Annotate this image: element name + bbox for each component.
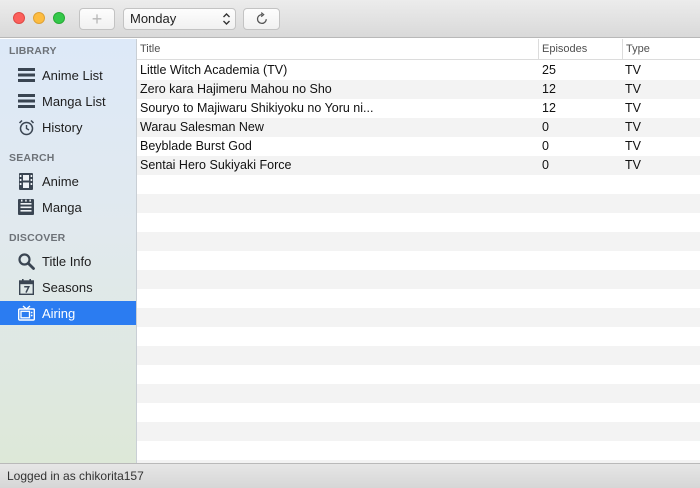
table-row xyxy=(137,175,700,194)
table-row[interactable]: Beyblade Burst God 0 TV xyxy=(137,137,700,156)
film-icon xyxy=(17,172,35,190)
cell-type: TV xyxy=(625,158,641,172)
cell-title: Zero kara Hajimeru Mahou no Sho xyxy=(140,82,332,96)
table-row xyxy=(137,346,700,365)
close-window-button[interactable] xyxy=(13,12,25,24)
cell-type: TV xyxy=(625,120,641,134)
status-bar: Logged in as chikorita157 xyxy=(0,463,700,488)
day-select-value: Monday xyxy=(130,11,177,26)
sidebar-item-manga[interactable]: Manga xyxy=(0,195,136,219)
day-select[interactable]: Monday xyxy=(123,8,236,30)
cell-title: Souryo to Majiwaru Shikiyoku no Yoru ni.… xyxy=(140,101,374,115)
table-body: Little Witch Academia (TV) 25 TV Zero kara … xyxy=(137,61,700,463)
table-row xyxy=(137,308,700,327)
table-row xyxy=(137,365,700,384)
column-header-type[interactable]: Type xyxy=(622,39,700,60)
cell-type: TV xyxy=(625,63,641,77)
cell-episodes: 0 xyxy=(542,139,549,153)
airing-table: Title Episodes Type Little Witch Academi… xyxy=(137,39,700,463)
section-discover-heading: DISCOVER xyxy=(9,232,66,244)
sidebar-item-seasons[interactable]: Seasons xyxy=(0,275,136,299)
chevron-updown-icon xyxy=(223,13,230,25)
cell-episodes: 25 xyxy=(542,63,556,77)
table-row xyxy=(137,270,700,289)
sidebar-item-airing[interactable]: Airing xyxy=(0,301,136,325)
table-row xyxy=(137,403,700,422)
refresh-button[interactable] xyxy=(243,8,280,30)
cell-title: Sentai Hero Sukiyaki Force xyxy=(140,158,292,172)
table-row xyxy=(137,384,700,403)
table-row xyxy=(137,289,700,308)
table-row[interactable]: Sentai Hero Sukiyaki Force 0 TV xyxy=(137,156,700,175)
cell-episodes: 0 xyxy=(542,120,549,134)
window-toolbar: + Monday xyxy=(0,0,700,38)
refresh-icon xyxy=(256,12,267,25)
table-header: Title Episodes Type xyxy=(137,39,700,60)
magnifier-icon xyxy=(17,252,35,270)
cell-episodes: 12 xyxy=(542,82,556,96)
table-row xyxy=(137,213,700,232)
sidebar-item-anime-list[interactable]: Anime List xyxy=(0,63,136,87)
sidebar-item-anime[interactable]: Anime xyxy=(0,169,136,193)
sidebar-item-label: Airing xyxy=(42,305,76,321)
sidebar-item-history[interactable]: History xyxy=(0,115,136,139)
calendar-icon xyxy=(17,278,35,296)
table-row xyxy=(137,232,700,251)
sidebar: LIBRARY Anime List Manga List History SE… xyxy=(0,39,137,463)
cell-title: Beyblade Burst God xyxy=(140,139,252,153)
login-status-text: Logged in as chikorita157 xyxy=(7,469,144,483)
list-icon xyxy=(17,92,35,110)
sidebar-item-label: Manga List xyxy=(42,93,106,109)
add-button[interactable]: + xyxy=(79,8,115,30)
sidebar-item-title-info[interactable]: Title Info xyxy=(0,249,136,273)
sidebar-item-label: Manga xyxy=(42,199,82,215)
cell-title: Little Witch Academia (TV) xyxy=(140,63,288,77)
tv-icon xyxy=(17,304,35,322)
sidebar-item-label: History xyxy=(42,119,83,135)
table-row[interactable]: Warau Salesman New 0 TV xyxy=(137,118,700,137)
sidebar-item-label: Title Info xyxy=(42,253,92,269)
section-library-heading: LIBRARY xyxy=(9,45,57,57)
cell-type: TV xyxy=(625,139,641,153)
cell-episodes: 0 xyxy=(542,158,549,172)
table-row xyxy=(137,327,700,346)
list-icon xyxy=(17,66,35,84)
maximize-window-button[interactable] xyxy=(53,12,65,24)
table-row xyxy=(137,441,700,460)
cell-type: TV xyxy=(625,82,641,96)
table-row[interactable]: Little Witch Academia (TV) 25 TV xyxy=(137,61,700,80)
alarm-clock-icon xyxy=(17,118,35,136)
table-row[interactable]: Zero kara Hajimeru Mahou no Sho 12 TV xyxy=(137,80,700,99)
column-header-episodes[interactable]: Episodes xyxy=(538,39,622,60)
cell-type: TV xyxy=(625,101,641,115)
section-search-heading: SEARCH xyxy=(9,152,55,164)
sidebar-item-manga-list[interactable]: Manga List xyxy=(0,89,136,113)
column-header-title[interactable]: Title xyxy=(137,39,538,60)
minimize-window-button[interactable] xyxy=(33,12,45,24)
sidebar-item-label: Anime List xyxy=(42,67,103,83)
table-row xyxy=(137,251,700,270)
table-row xyxy=(137,422,700,441)
book-icon xyxy=(17,198,35,216)
sidebar-item-label: Anime xyxy=(42,173,79,189)
cell-episodes: 12 xyxy=(542,101,556,115)
table-row xyxy=(137,194,700,213)
sidebar-item-label: Seasons xyxy=(42,279,93,295)
cell-title: Warau Salesman New xyxy=(140,120,264,134)
table-row[interactable]: Souryo to Majiwaru Shikiyoku no Yoru ni.… xyxy=(137,99,700,118)
plus-icon: + xyxy=(91,9,103,29)
